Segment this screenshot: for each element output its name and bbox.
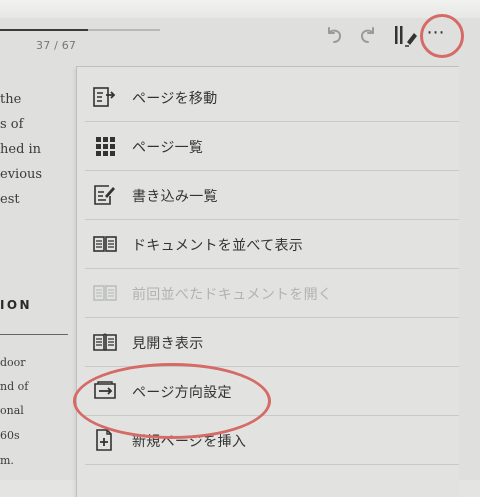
menu-item-label: ページを移動 xyxy=(132,91,218,107)
menu-item-side-by-side[interactable]: ドキュメントを並べて表示 xyxy=(77,220,459,269)
redo-icon[interactable] xyxy=(356,24,380,48)
side-by-side-icon xyxy=(92,232,118,256)
menu-item-go-to-page[interactable]: ページを移動 xyxy=(77,73,459,122)
menu-item-label: 見開き表示 xyxy=(132,336,204,352)
text-line: m. xyxy=(0,454,14,467)
menu-item-label: 書き込み一覧 xyxy=(132,189,218,205)
menu-item-page-list[interactable]: ページ一覧 xyxy=(77,122,459,171)
annotation-list-icon xyxy=(92,183,118,207)
menu-item-reopen-side-by-side[interactable]: 前回並べたドキュメントを開く xyxy=(77,269,459,318)
text-line: door xyxy=(0,356,26,369)
menu-item-annotation-list[interactable]: 書き込み一覧 xyxy=(77,171,459,220)
text-line: evious xyxy=(0,167,43,182)
text-line: s of xyxy=(0,117,24,132)
text-line: est xyxy=(0,192,20,207)
menu-item-label: 前回並べたドキュメントを開く xyxy=(132,287,333,303)
grid-icon xyxy=(92,134,118,158)
text-line: nd of xyxy=(0,380,29,393)
highlight-circle-page-direction xyxy=(73,363,271,439)
text-line: 60s xyxy=(0,429,20,442)
book-page-text: the s of hed in evious est ION door nd o… xyxy=(0,18,80,480)
text-line: hed in xyxy=(0,142,42,157)
menu-divider xyxy=(85,464,459,465)
section-heading: ION xyxy=(0,298,32,312)
section-divider xyxy=(0,334,68,335)
menu-item-label: ページ一覧 xyxy=(132,140,204,156)
go-to-page-icon xyxy=(92,85,118,109)
reopen-side-by-side-icon xyxy=(92,281,118,305)
highlight-circle-more xyxy=(420,14,464,58)
open-book-icon xyxy=(92,330,118,354)
pen-tools-icon[interactable] xyxy=(391,24,421,48)
text-line: onal xyxy=(0,404,24,417)
menu-item-spread-view[interactable]: 見開き表示 xyxy=(77,318,459,367)
e-reader-screen: 37 / 67 ⋯ the s of hed in evious est ION… xyxy=(0,14,480,497)
undo-icon[interactable] xyxy=(322,24,346,48)
text-line: the xyxy=(0,92,22,107)
device-bezel xyxy=(0,0,480,18)
menu-item-label: ドキュメントを並べて表示 xyxy=(132,238,304,254)
